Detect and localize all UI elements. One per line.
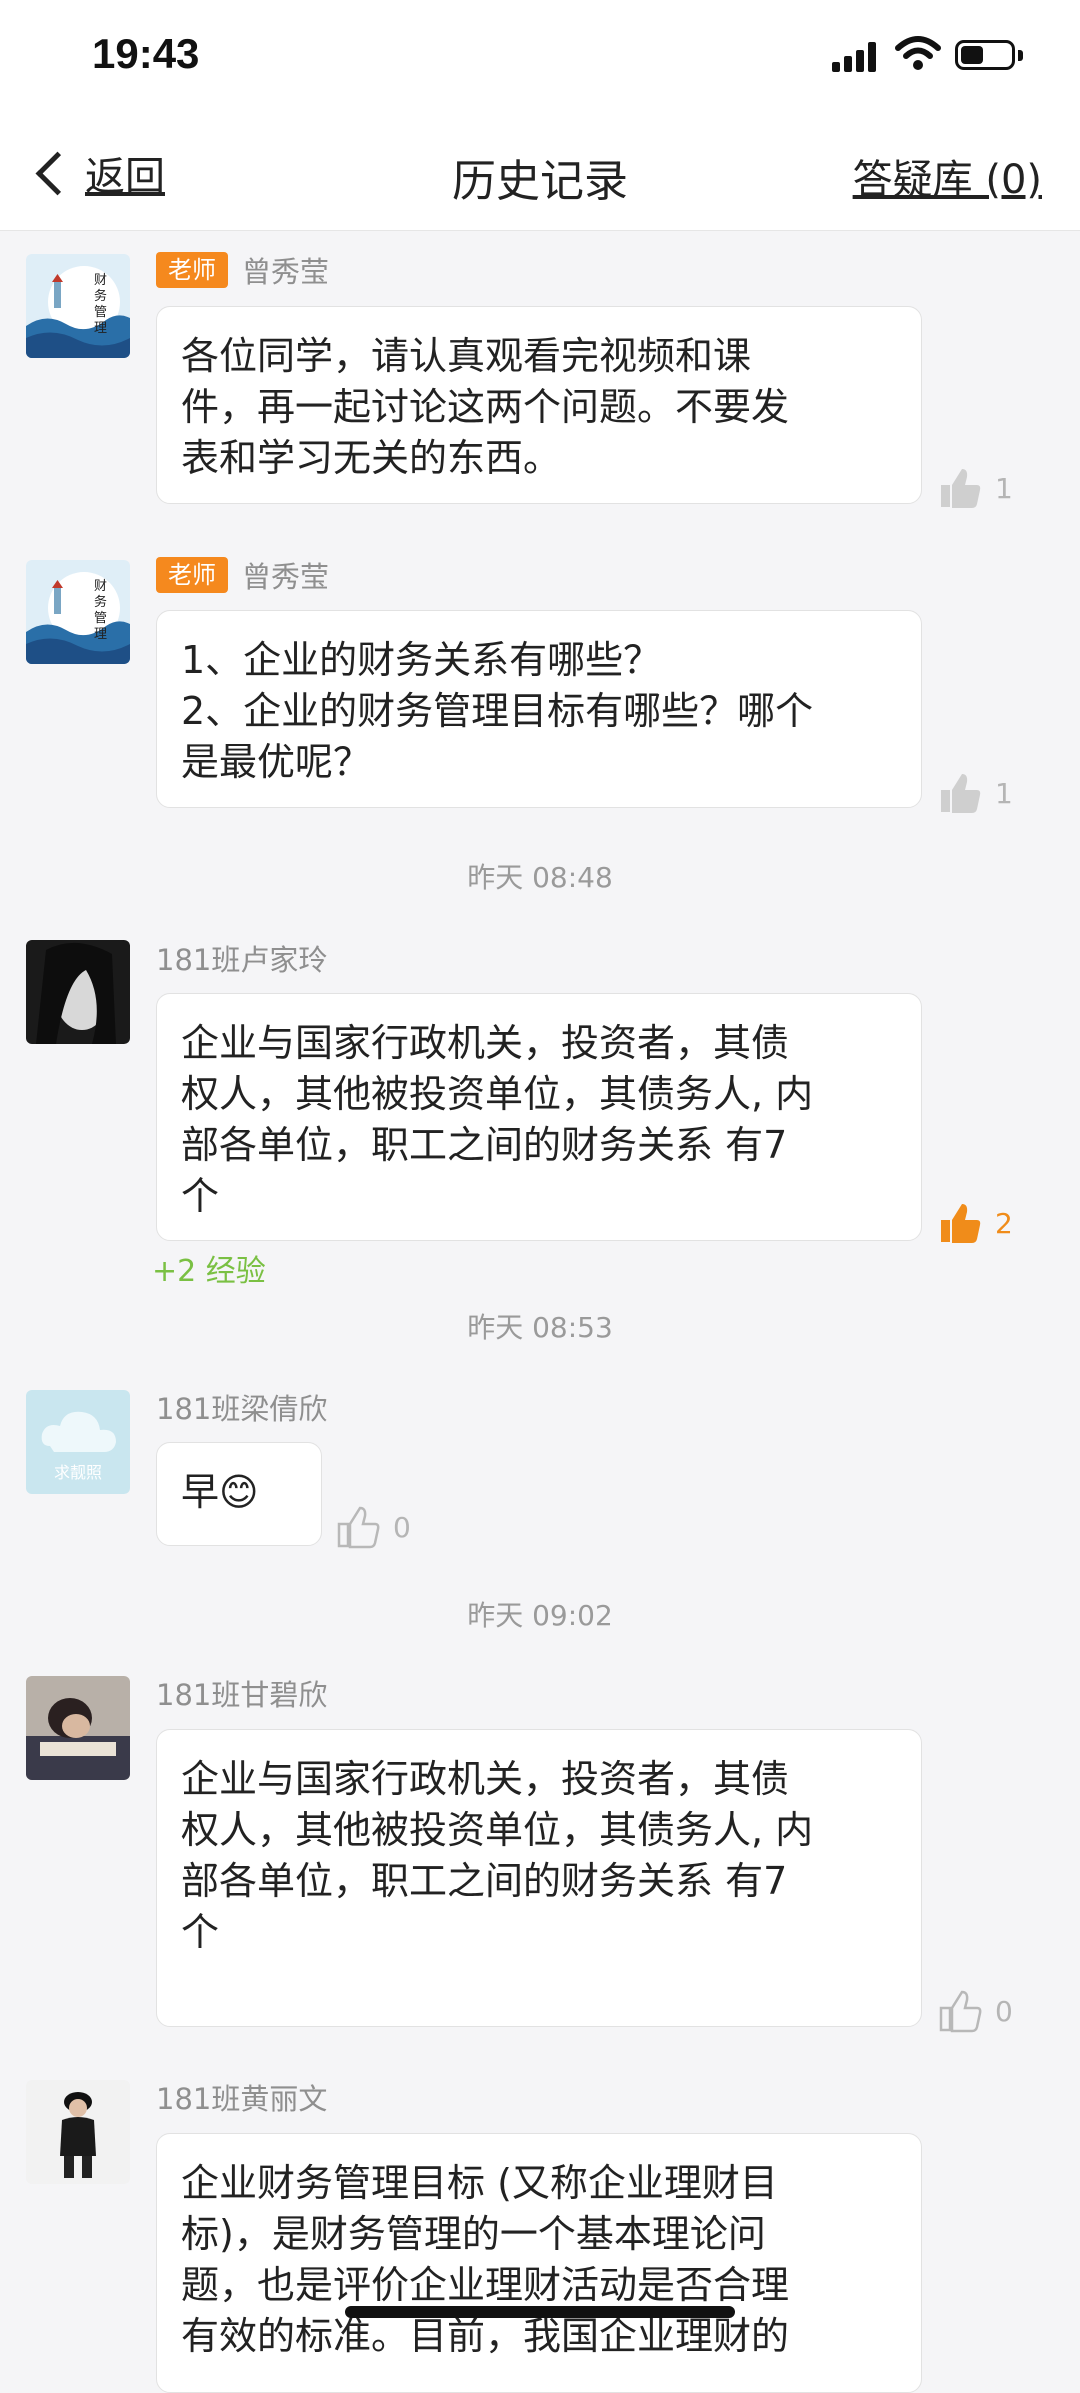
avatar-label-text: 财	[94, 273, 107, 288]
sender-name: 181班卢家玲	[156, 943, 328, 977]
thumbs-up-outline-icon	[939, 1990, 982, 2033]
svg-text:理: 理	[94, 321, 107, 336]
teacher-badge: 老师	[156, 557, 228, 593]
thumbs-up-icon	[941, 469, 981, 508]
like-count: 2	[995, 1206, 1013, 1240]
thumbs-up-outline-icon	[337, 1506, 380, 1549]
chevron-left-icon	[35, 151, 80, 195]
like-button[interactable]: 1	[937, 465, 1013, 511]
svg-text:管: 管	[94, 305, 107, 320]
message-bubble[interactable]: 企业财务管理目标 (又称企业理财目 标)，是财务管理的一个基本理论问 题，也是评…	[156, 2133, 922, 2393]
experience-reward: +2 经验	[152, 1254, 266, 1289]
message-bubble[interactable]: 企业与国家行政机关，投资者，其债 权人，其他被投资单位，其债务人, 内 部各单位…	[156, 993, 922, 1241]
like-button[interactable]: 0	[937, 1988, 1013, 2034]
sender-row: 老师 曾秀莹	[156, 250, 329, 290]
time-separator: 昨天 08:48	[467, 861, 613, 894]
cellular-signal-icon	[832, 42, 882, 72]
default-cloud-avatar: 求靓照	[26, 1390, 130, 1494]
battery-icon	[955, 40, 1015, 70]
finance-lighthouse-avatar: 财 务 管 理	[26, 254, 130, 358]
standing-figure-avatar	[26, 2080, 130, 2184]
avatar[interactable]	[26, 1676, 130, 1780]
sender-name: 曾秀莹	[242, 255, 330, 289]
status-time: 19:43	[92, 30, 200, 77]
message-bubble[interactable]: 企业与国家行政机关，投资者，其债 权人，其他被投资单位，其债务人, 内 部各单位…	[156, 1729, 922, 2027]
svg-text:理: 理	[94, 627, 107, 642]
back-label: 返回	[85, 154, 165, 200]
svg-text:务: 务	[94, 594, 107, 610]
thumbs-up-icon	[941, 1204, 981, 1243]
avatar[interactable]: 求靓照	[26, 1390, 130, 1494]
status-bar: 19:43	[0, 0, 1080, 115]
message-bubble[interactable]: 各位同学，请认真观看完视频和课 件，再一起讨论这两个问题。不要发 表和学习无关的…	[156, 306, 922, 504]
sender-row: 181班甘碧欣	[156, 1673, 327, 1713]
portrait-avatar	[26, 940, 130, 1044]
message-bubble[interactable]: 早😊	[156, 1442, 322, 1546]
like-count: 1	[995, 776, 1013, 810]
home-indicator[interactable]	[345, 2306, 735, 2318]
sender-row: 老师 曾秀莹	[156, 555, 329, 595]
like-count: 0	[995, 1994, 1013, 2028]
message-bubble[interactable]: 1、企业的财务关系有哪些？ 2、企业的财务管理目标有哪些？哪个 是最优呢？	[156, 610, 922, 808]
avatar[interactable]: 财 务 管 理	[26, 560, 130, 664]
like-button[interactable]: 1	[937, 770, 1013, 816]
teacher-badge: 老师	[156, 252, 228, 288]
photo-avatar	[26, 1676, 130, 1780]
qa-library-link[interactable]: 答疑库 (0)	[853, 147, 1042, 205]
thumbs-up-icon	[941, 774, 981, 813]
sender-name: 181班梁倩欣	[156, 1392, 328, 1426]
nav-bar: 返回 历史记录 答疑库 (0)	[0, 115, 1080, 231]
svg-text:财: 财	[94, 579, 107, 594]
time-separator: 昨天 08:53	[467, 1311, 613, 1344]
time-separator: 昨天 09:02	[467, 1599, 613, 1632]
avatar-caption: 求靓照	[54, 1463, 102, 1482]
sender-row: 181班卢家玲	[156, 938, 327, 978]
sender-row: 181班黄丽文	[156, 2077, 327, 2117]
svg-text:管: 管	[94, 611, 107, 626]
back-button[interactable]: 返回	[30, 143, 165, 203]
like-count: 0	[393, 1510, 411, 1544]
battery-cap	[1018, 50, 1023, 61]
avatar[interactable]: 财 务 管 理	[26, 254, 130, 358]
svg-text:务: 务	[94, 288, 107, 304]
sender-row: 181班梁倩欣	[156, 1387, 327, 1427]
avatar[interactable]	[26, 940, 130, 1044]
like-button[interactable]: 0	[335, 1504, 411, 1550]
finance-lighthouse-avatar: 财 务 管 理	[26, 560, 130, 664]
like-button[interactable]: 2	[937, 1200, 1013, 1246]
avatar[interactable]	[26, 2080, 130, 2184]
wifi-icon	[895, 36, 941, 70]
sender-name: 181班甘碧欣	[156, 1678, 328, 1712]
sender-name: 曾秀莹	[242, 560, 330, 594]
sender-name: 181班黄丽文	[156, 2082, 328, 2116]
like-count: 1	[995, 471, 1013, 505]
